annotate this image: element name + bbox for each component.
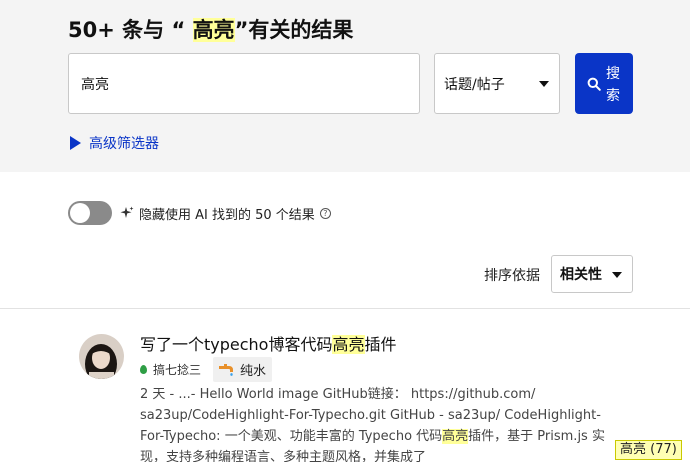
result-meta: 搞七捻三 纯水 [140,357,273,382]
tag-chip[interactable]: 纯水 [213,357,273,382]
avatar-image [79,334,124,379]
search-scope-select[interactable]: 话题/帖子 [434,53,560,114]
page-title: 50+ 条与 “ 高亮”有关的结果 [68,18,354,42]
sort-select[interactable]: 相关性 [551,255,633,293]
title-keyword: 高亮 [192,18,235,42]
tag-label: 纯水 [240,364,267,379]
advanced-filters-toggle[interactable]: 高级筛选器 [70,133,159,153]
caret-down-icon [612,272,622,278]
category-link[interactable]: 搞七捻三 [153,361,201,378]
help-icon[interactable]: ? [319,207,331,219]
highlight-count-chip[interactable]: 高亮 (77) [615,440,682,460]
search-scope-value: 话题/帖子 [444,76,505,93]
result-title[interactable]: 写了一个typecho博客代码高亮插件 [140,331,397,355]
search-button[interactable]: 搜索 [575,53,633,114]
category-color-icon [140,365,147,374]
avatar[interactable] [79,334,124,379]
search-button-label: 搜索 [606,64,620,103]
ai-results-row: 隐藏使用 AI 找到的 50 个结果 ? [68,201,331,225]
sort-label: 排序依据 [484,268,540,284]
ai-results-label: 隐藏使用 AI 找到的 50 个结果 [139,207,315,223]
triangle-right-icon [70,136,81,150]
advanced-filters-label: 高级筛选器 [89,136,159,152]
search-icon [587,77,601,91]
divider [0,308,690,309]
search-input[interactable] [68,53,420,114]
caret-down-icon [539,81,549,87]
toggle-knob [70,203,90,223]
sort-value: 相关性 [560,267,602,283]
faucet-icon [219,363,234,376]
search-header-panel: 50+ 条与 “ 高亮”有关的结果 话题/帖子 搜索 高级筛选器 [0,0,690,172]
hide-ai-results-toggle[interactable] [68,201,112,225]
sparkle-icon [120,206,134,218]
result-excerpt: 2 天 - ...- Hello World image GitHub链接： h… [140,387,605,462]
